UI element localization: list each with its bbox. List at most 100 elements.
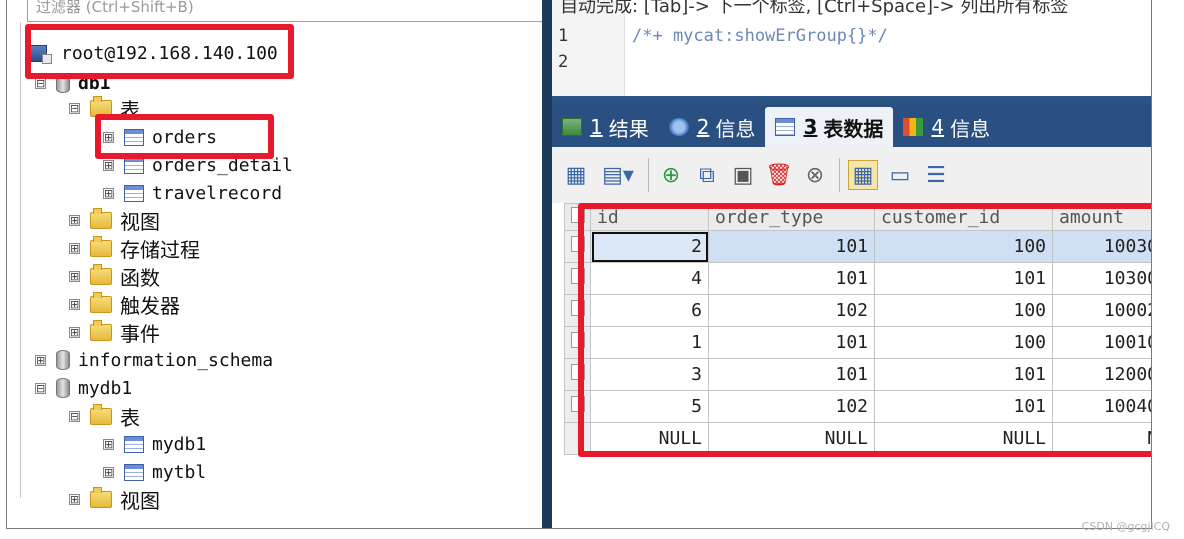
tab-result[interactable]: 1 结果	[552, 107, 659, 147]
row-selector[interactable]	[564, 326, 591, 359]
select-all-header[interactable]	[564, 203, 591, 231]
table-row[interactable]: 3 101 101 12000	[564, 358, 1151, 391]
expand-toggle-icon[interactable]: ⊞	[69, 326, 80, 338]
table-cell[interactable]: 10030	[1052, 230, 1151, 263]
tree-node-tables[interactable]: ⊟ 表	[69, 95, 140, 122]
table-cell[interactable]: 5	[590, 390, 709, 423]
table-cell[interactable]: 100	[874, 230, 1053, 263]
save-icon[interactable]: ▣	[729, 161, 757, 189]
table-row[interactable]: 2 101 100 10030	[564, 230, 1151, 263]
table-cell[interactable]: NULL	[874, 422, 1053, 455]
expand-toggle-icon[interactable]: ⊞	[69, 493, 80, 505]
table-cell[interactable]: 100	[874, 326, 1053, 359]
expand-toggle-icon[interactable]: ⊞	[103, 187, 114, 199]
table-cell[interactable]: 6	[590, 294, 709, 327]
table-cell[interactable]: 10040	[1052, 390, 1151, 423]
table-cell[interactable]: N	[1052, 422, 1151, 455]
table-cell[interactable]: 100	[874, 294, 1053, 327]
tree-node-views[interactable]: ⊞ 视图	[69, 207, 160, 234]
column-header[interactable]: order_type	[708, 203, 875, 231]
row-selector[interactable]	[564, 230, 591, 263]
collapse-toggle-icon[interactable]: ⊟	[69, 102, 80, 114]
row-selector[interactable]	[564, 390, 591, 423]
table-cell[interactable]: 101	[708, 358, 875, 391]
column-header[interactable]: customer_id	[874, 203, 1053, 231]
table-cell[interactable]: 102	[708, 294, 875, 327]
tree-node-triggers[interactable]: ⊞ 触发器	[69, 291, 180, 318]
tab-table-data[interactable]: 3 表数据	[765, 107, 894, 147]
tree-node-information-schema[interactable]: ⊞ information_schema	[35, 347, 273, 373]
row-selector[interactable]	[564, 294, 591, 327]
column-header[interactable]: amount	[1052, 203, 1151, 231]
export-grid-icon[interactable]: ▦	[562, 161, 590, 189]
tree-node-orders[interactable]: ⊞ orders	[103, 124, 217, 150]
table-cell[interactable]: 4	[590, 262, 709, 295]
pane-splitter[interactable]	[542, 0, 552, 528]
table-row-new[interactable]: NULL NULL NULL N	[564, 422, 1151, 455]
expand-toggle-icon[interactable]: ⊞	[69, 298, 80, 310]
table-row[interactable]: 4 101 101 10300	[564, 262, 1151, 295]
checkbox-icon	[570, 332, 585, 348]
tree-node-mydb1-tables[interactable]: ⊟ 表	[69, 403, 140, 430]
tree-node-db1[interactable]: ⊟ db1	[35, 70, 111, 96]
query-editor[interactable]: 自动完成: [Tab]-> 下一个标签, [Ctrl+Space]-> 列出所有…	[552, 0, 1151, 96]
expand-toggle-icon[interactable]: ⊞	[69, 242, 80, 254]
import-dropdown-icon[interactable]: ▤▾	[598, 161, 638, 189]
delete-icon[interactable]: 🗑	[765, 161, 793, 189]
row-selector[interactable]	[564, 422, 591, 455]
connection-node[interactable]: root@192.168.140.100	[25, 40, 278, 66]
expand-toggle-icon[interactable]: ⊞	[103, 131, 114, 143]
tree-node-table-mydb1[interactable]: ⊞ mydb1	[103, 431, 206, 457]
table-cell[interactable]: 12000	[1052, 358, 1151, 391]
row-selector[interactable]	[564, 358, 591, 391]
expand-toggle-icon[interactable]: ⊞	[103, 159, 114, 171]
tab-info-2[interactable]: 4 信息	[893, 107, 1000, 147]
table-cell[interactable]: 3	[590, 358, 709, 391]
table-cell[interactable]: 101	[874, 390, 1053, 423]
tab-info[interactable]: 2 信息	[659, 107, 766, 147]
table-cell[interactable]: NULL	[708, 422, 875, 455]
table-row[interactable]: 6 102 100 10002	[564, 294, 1151, 327]
table-cell[interactable]: 2	[590, 230, 709, 263]
table-cell[interactable]: NULL	[590, 422, 709, 455]
table-cell[interactable]: 101	[708, 230, 875, 263]
table-cell[interactable]: 101	[874, 358, 1053, 391]
expand-toggle-icon[interactable]: ⊞	[103, 466, 114, 478]
expand-toggle-icon[interactable]: ⊞	[69, 214, 80, 226]
expand-toggle-icon[interactable]: ⊞	[69, 270, 80, 282]
collapse-toggle-icon[interactable]: ⊟	[35, 77, 46, 89]
watermark: CSDN @gcgjlCQ	[1081, 520, 1170, 533]
tree-node-mydb1[interactable]: ⊟ mydb1	[35, 375, 132, 401]
collapse-toggle-icon[interactable]: ⊟	[69, 410, 80, 422]
tree-node-procedures[interactable]: ⊞ 存储过程	[69, 235, 200, 262]
add-row-icon[interactable]: ⊕	[657, 161, 685, 189]
table-cell[interactable]: 10300	[1052, 262, 1151, 295]
collapse-toggle-icon[interactable]: ⊟	[35, 382, 46, 394]
table-cell[interactable]: 10002	[1052, 294, 1151, 327]
cancel-changes-icon[interactable]: ⊗	[801, 161, 829, 189]
table-row[interactable]: 5 102 101 10040	[564, 390, 1151, 423]
tree-node-events[interactable]: ⊞ 事件	[69, 319, 160, 346]
tree-node-orders-detail[interactable]: ⊞ orders_detail	[103, 152, 293, 178]
table-row[interactable]: 1 101 100 10010	[564, 326, 1151, 359]
filter-input[interactable]: 过滤器 (Ctrl+Shift+B)	[27, 0, 542, 22]
table-cell[interactable]: 101	[874, 262, 1053, 295]
column-header[interactable]: id	[590, 203, 709, 231]
expand-toggle-icon[interactable]: ⊞	[103, 438, 114, 450]
table-cell[interactable]: 1	[590, 326, 709, 359]
tree-node-travelrecord[interactable]: ⊞ travelrecord	[103, 180, 282, 206]
duplicate-row-icon[interactable]: ⧉	[693, 161, 721, 189]
grid-view-icon[interactable]: ▦	[848, 160, 878, 190]
table-cell[interactable]: 10010	[1052, 326, 1151, 359]
table-cell[interactable]: 101	[708, 326, 875, 359]
tree-node-mydb1-views[interactable]: ⊞ 视图	[69, 486, 160, 513]
table-cell[interactable]: 101	[708, 262, 875, 295]
form-view-icon[interactable]: ▭	[886, 161, 914, 189]
tree-node-functions[interactable]: ⊞ 函数	[69, 263, 160, 290]
tree-node-mytbl[interactable]: ⊞ mytbl	[103, 459, 206, 485]
expand-toggle-icon[interactable]: ⊞	[35, 354, 46, 366]
row-selector[interactable]	[564, 262, 591, 295]
text-view-icon[interactable]: ☰	[922, 161, 950, 189]
checkbox-icon	[570, 396, 585, 412]
table-cell[interactable]: 102	[708, 390, 875, 423]
